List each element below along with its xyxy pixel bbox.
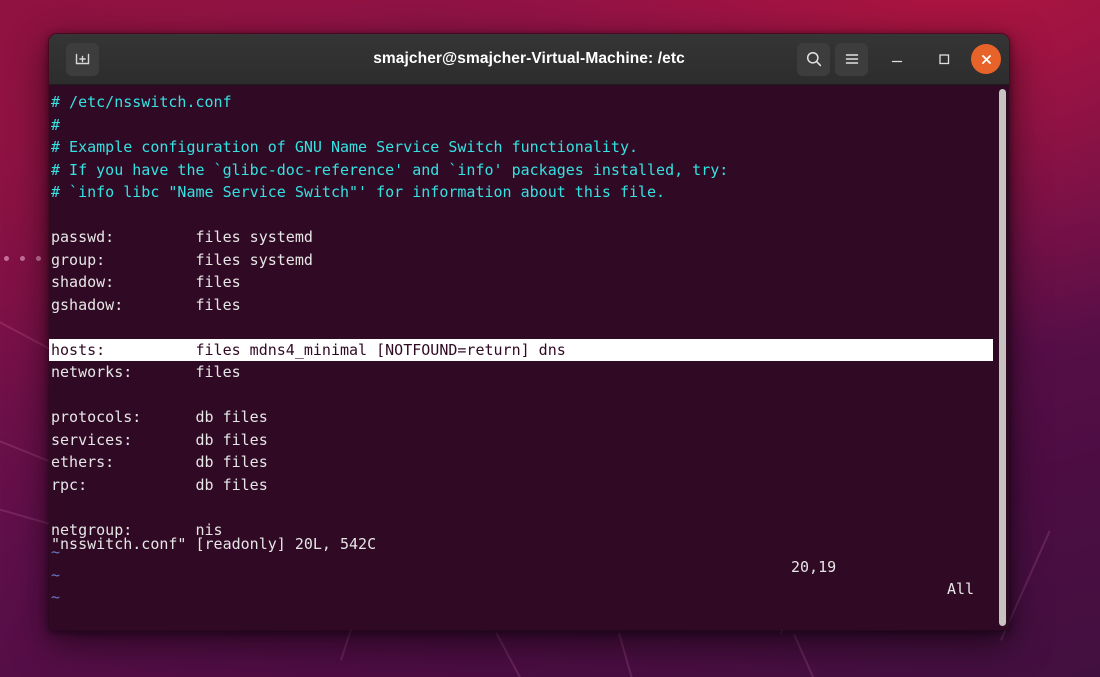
terminal-line-text: rpc: db files [51,475,268,494]
terminal-line: gshadow: files [49,294,1009,317]
terminal-line [49,204,1009,227]
terminal-line: rpc: db files [49,474,1009,497]
terminal-line: protocols: db files [49,406,1009,429]
wallpaper-line [618,633,651,677]
terminal-line-text: hosts: files mdns4_minimal [NOTFOUND=ret… [51,340,566,359]
search-icon [806,51,821,67]
terminal-line-text: networks: files [51,363,241,381]
terminal-line: # If you have the `glibc-doc-reference' … [49,159,1009,182]
maximize-icon [939,54,950,65]
hamburger-menu-button[interactable] [835,42,868,76]
terminal-line-text: # `info libc "Name Service Switch"' for … [51,183,666,201]
terminal-line: networks: files [49,361,1009,384]
status-file-info: "nsswitch.conf" [readonly] 20L, 542C [51,535,377,553]
terminal-line-text: group: files systemd [51,250,313,269]
wallpaper-dot [4,256,9,261]
terminal-content-area[interactable]: # /etc/nsswitch.conf # # Example configura… [49,85,1009,630]
maximize-button[interactable] [928,43,960,75]
terminal-line: # [49,114,1009,137]
terminal-line-text: # /etc/nsswitch.conf [51,93,232,111]
terminal-line-text [51,386,60,404]
terminal-line: hosts: files mdns4_minimal [NOTFOUND=ret… [49,338,993,361]
terminal-line-text: ethers: db files [51,453,268,471]
terminal-line-text: services: db files [51,430,268,449]
scrollbar-thumb[interactable] [999,89,1006,626]
window-titlebar[interactable]: smajcher@smajcher-Virtual-Machine: /etc [49,34,1009,85]
terminal-line: services: db files [49,429,1009,452]
terminal-line [49,316,1009,339]
terminal-line: passwd: files systemd [49,226,1009,249]
terminal-line: # /etc/nsswitch.conf [49,91,1009,114]
desktop-background: smajcher@smajcher-Virtual-Machine: /etc [0,0,1100,677]
terminal-line-text: # [51,115,61,134]
terminal-line-text: shadow: files [51,273,241,291]
terminal-line-text: passwd: files systemd [51,228,313,246]
minimize-button[interactable] [881,43,913,75]
status-cursor-position: 20,19 [791,557,837,576]
search-button[interactable] [797,42,830,76]
wallpaper-dot [36,256,41,261]
minimize-icon [891,60,903,63]
terminal-line: # `info libc "Name Service Switch"' for … [49,181,1009,204]
close-button[interactable] [971,44,1001,74]
terminal-line [49,384,1009,407]
terminal-line: group: files systemd [49,249,1009,272]
terminal-line-text: # Example configuration of GNU Name Serv… [51,138,638,156]
titlebar-controls [797,42,1001,76]
terminal-line-text: gshadow: files [51,295,241,314]
terminal-line: shadow: files [49,271,1009,294]
hamburger-menu-icon [845,54,858,64]
status-scroll-percent: All [947,580,975,598]
wallpaper-line [495,632,549,677]
terminal-window: smajcher@smajcher-Virtual-Machine: /etc [48,33,1010,631]
wallpaper-line [793,634,844,677]
vim-status-line: "nsswitch.conf" [readonly] 20L, 542C 20,… [49,511,993,624]
new-tab-button[interactable] [66,42,99,76]
terminal-line-text: protocols: db files [51,408,268,426]
terminal-scrollbar[interactable] [996,85,1009,630]
terminal-line: ethers: db files [49,451,1009,474]
close-icon [981,54,991,64]
terminal-line: # Example configuration of GNU Name Serv… [49,136,1009,159]
terminal-line-text [51,206,60,224]
terminal-line-text: # If you have the `glibc-doc-reference' … [51,160,729,179]
wallpaper-dot [20,256,25,261]
terminal-line-text [51,318,60,336]
new-tab-icon [75,53,90,64]
